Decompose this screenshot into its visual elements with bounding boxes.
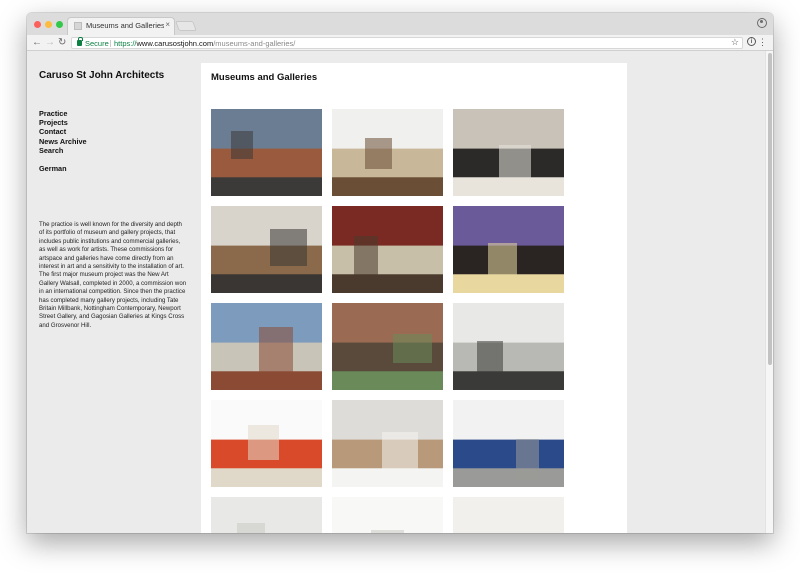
nav-practice[interactable]: Practice <box>39 109 159 118</box>
address-bar[interactable]: Secure https://www.carusostjohn.com/muse… <box>71 37 743 49</box>
reload-icon[interactable]: ↻ <box>58 36 66 50</box>
nav-gap <box>39 155 159 164</box>
maximize-window-button[interactable] <box>56 21 63 28</box>
web-page: Caruso St John Architects Practice Proje… <box>27 51 773 533</box>
thumbnail-patterned-floor-stair[interactable] <box>453 109 564 196</box>
scrollbar-thumb[interactable] <box>768 53 772 365</box>
thumbnail-brick-arches-facade[interactable] <box>332 303 443 390</box>
site-title[interactable]: Caruso St John Architects <box>39 70 164 81</box>
forward-arrow-icon[interactable]: → <box>45 36 55 50</box>
thumbnail-bright-gallery[interactable] <box>332 497 443 533</box>
page-title: Museums and Galleries <box>211 72 318 83</box>
browser-tab[interactable]: Museums and Galleries « Caru × <box>67 17 175 35</box>
bookmark-star-icon[interactable]: ☆ <box>731 36 739 49</box>
tab-title: Museums and Galleries « Caru <box>86 21 164 30</box>
thumbnail-detail <box>365 138 392 169</box>
thumbnail-detail <box>237 523 265 533</box>
thumbnail-nottingham-contemporary[interactable] <box>211 303 322 390</box>
secure-label: Secure <box>85 39 109 48</box>
lock-icon <box>77 37 83 46</box>
thumbnail-detail <box>354 236 378 276</box>
thumbnail-detail <box>393 334 432 363</box>
browser-window: Museums and Galleries « Caru × ← → ↻ Sec… <box>27 13 773 533</box>
thumbnail-detail <box>231 131 253 159</box>
nav-search[interactable]: Search <box>39 146 159 155</box>
thumbnail-detail <box>477 341 503 373</box>
thumbnail-detail <box>270 229 307 266</box>
nav-german[interactable]: German <box>39 164 159 173</box>
thumbnail-red-museum-room[interactable] <box>332 206 443 293</box>
url-scheme: https:// <box>114 39 137 48</box>
url-text[interactable]: https://www.carusostjohn.com/museums-and… <box>114 38 295 49</box>
tab-bar: Museums and Galleries « Caru × <box>27 13 773 35</box>
tab-close-icon[interactable]: × <box>165 20 170 29</box>
thumbnail-detail <box>488 243 517 286</box>
thumbnail-red-painting-gallery[interactable] <box>211 400 322 487</box>
minimize-window-button[interactable] <box>45 21 52 28</box>
thumbnail-detail <box>382 432 418 470</box>
close-window-button[interactable] <box>34 21 41 28</box>
site-nav: Practice Projects Contact News Archive S… <box>39 109 159 173</box>
thumbnail-detail <box>248 425 279 460</box>
thumbnail-blue-sculpture-gallery[interactable] <box>453 400 564 487</box>
thumbnail-white-gallery-interior[interactable] <box>332 109 443 196</box>
back-arrow-icon[interactable]: ← <box>32 36 42 50</box>
nav-projects[interactable]: Projects <box>39 118 159 127</box>
thumbnail-detail <box>371 530 404 533</box>
thumbnail-detail <box>499 145 531 179</box>
browser-toolbar: ← → ↻ Secure https://www.carusostjohn.co… <box>27 35 773 51</box>
profile-icon[interactable] <box>757 18 767 28</box>
intro-paragraph: The practice is well known for the diver… <box>39 221 187 329</box>
thumbnail-detail <box>259 327 293 373</box>
nav-news-archive[interactable]: News Archive <box>39 137 159 146</box>
url-host: www.carusostjohn.com <box>136 39 214 48</box>
favicon-icon <box>74 22 82 30</box>
new-tab-button[interactable] <box>175 21 197 31</box>
info-icon[interactable]: i <box>747 37 756 46</box>
address-separator <box>110 40 111 47</box>
thumbnail-skylight-gallery[interactable] <box>453 303 564 390</box>
thumbnail-sculpture-gallery[interactable] <box>332 400 443 487</box>
scrollbar[interactable] <box>765 51 773 533</box>
menu-kebab-icon[interactable]: ⋮ <box>758 36 767 49</box>
nav-contact[interactable]: Contact <box>39 127 159 136</box>
thumbnail-detail <box>516 439 539 480</box>
thumbnail-columned-gallery[interactable] <box>211 497 322 533</box>
thumbnail-brick-gallery-exterior[interactable] <box>211 109 322 196</box>
thumbnail-gallery-at-dusk[interactable] <box>453 206 564 293</box>
url-path: /museums-and-galleries/ <box>213 39 296 48</box>
content-panel: Museums and Galleries <box>201 63 627 533</box>
thumbnail-ceiling-gallery[interactable] <box>453 497 564 533</box>
thumbnail-timber-room-interior[interactable] <box>211 206 322 293</box>
